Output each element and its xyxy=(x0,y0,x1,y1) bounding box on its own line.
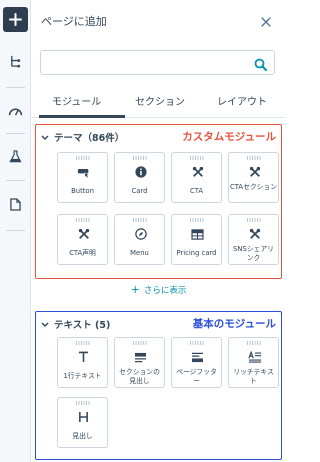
module-card-cta-section[interactable]: CTAセクション xyxy=(228,152,279,203)
text-section-toggle[interactable]: テキスト (5) xyxy=(41,317,110,331)
module-card-label: 1行テキスト xyxy=(63,372,102,380)
active-tab-indicator xyxy=(39,115,125,118)
module-card-sns-share-link[interactable]: SNSシェアリンク xyxy=(228,214,279,265)
drag-handle-icon xyxy=(246,156,261,160)
drag-handle-icon xyxy=(132,341,147,345)
module-card-label: CTA xyxy=(189,187,204,195)
module-card-label: Pricing card xyxy=(176,249,217,257)
section-heading-icon xyxy=(132,349,149,365)
left-rail xyxy=(0,0,31,462)
drag-handle-icon xyxy=(246,218,261,222)
module-card-label: SNSシェアリンク xyxy=(233,245,274,262)
drag-handle-icon xyxy=(189,218,204,222)
tools-icon xyxy=(75,226,92,242)
panel-title: ページに追加 xyxy=(41,15,107,28)
drag-handle-icon xyxy=(75,156,90,160)
text-t-icon xyxy=(75,349,92,365)
add-to-page-panel: ページに追加 モジュール セクション レイアウト テーマ（86件） カスタムモジ… xyxy=(31,0,286,462)
heading-h-icon xyxy=(75,409,92,425)
drag-handle-icon xyxy=(75,401,90,405)
module-card-cta-statement[interactable]: CTA声明 xyxy=(57,214,108,265)
flask-icon[interactable] xyxy=(7,148,24,165)
search-icon[interactable] xyxy=(254,56,267,71)
search-field[interactable] xyxy=(40,50,275,75)
gauge-icon[interactable] xyxy=(7,103,24,120)
add-icon[interactable] xyxy=(3,7,28,32)
chevron-down-icon xyxy=(41,322,49,327)
drag-handle-icon xyxy=(75,218,90,222)
module-card-label: リッチテキスト xyxy=(233,368,274,385)
custom-modules-annotation: カスタムモジュール xyxy=(182,131,276,143)
module-card-rich-text[interactable]: リッチテキスト xyxy=(228,337,279,388)
module-card-label: Menu xyxy=(130,249,149,257)
basic-modules-annotation: 基本のモジュール xyxy=(192,318,276,330)
plus-icon: + xyxy=(130,283,140,296)
module-card-label: セクションの見出し xyxy=(119,368,160,385)
module-card-label: ページフッター xyxy=(176,368,217,385)
module-card-label: Card xyxy=(131,187,148,195)
button-icon xyxy=(75,164,92,180)
module-card-label: Button xyxy=(71,187,94,195)
drag-handle-icon xyxy=(189,156,204,160)
module-card-label: 見出し xyxy=(72,432,93,440)
drag-handle-icon xyxy=(75,341,90,345)
tab-sections[interactable]: セクション xyxy=(135,93,185,108)
theme-section-toggle[interactable]: テーマ（86件） xyxy=(41,130,124,144)
drag-handle-icon xyxy=(189,341,204,345)
tools-icon xyxy=(246,226,263,242)
show-more-link[interactable]: + さらに表示 xyxy=(31,283,286,296)
module-card-label: CTAセクション xyxy=(230,183,278,191)
module-card-pricing-card[interactable]: Pricing card xyxy=(171,214,222,265)
module-card-card[interactable]: Card xyxy=(114,152,165,203)
module-card-button[interactable]: Button xyxy=(57,152,108,203)
table-icon xyxy=(189,226,206,242)
search-input[interactable] xyxy=(41,52,241,75)
module-card-cta[interactable]: CTA xyxy=(171,152,222,203)
tab-modules[interactable]: モジュール xyxy=(52,93,101,108)
info-icon xyxy=(132,164,149,180)
drag-handle-icon xyxy=(132,218,147,222)
module-card-single-line-text[interactable]: 1行テキスト xyxy=(57,337,108,388)
text-section-title: テキスト (5) xyxy=(54,320,111,331)
chevron-down-icon xyxy=(41,135,49,140)
footer-icon xyxy=(189,349,206,365)
tools-icon xyxy=(189,164,206,180)
tab-layouts[interactable]: レイアウト xyxy=(217,93,267,108)
module-card-section-heading[interactable]: セクションの見出し xyxy=(114,337,165,388)
module-card-heading[interactable]: 見出し xyxy=(57,397,108,448)
text-modules-section: テキスト (5) 基本のモジュール 1行テキスト セクションの見出し ページフッ… xyxy=(35,311,282,460)
theme-modules-section: テーマ（86件） カスタムモジュール Button Card CTA CTAセク… xyxy=(35,124,282,279)
document-icon[interactable] xyxy=(7,196,24,213)
drag-handle-icon xyxy=(132,156,147,160)
close-icon[interactable] xyxy=(260,13,272,27)
tools-icon xyxy=(246,164,263,180)
compass-icon xyxy=(132,226,149,242)
rich-text-icon xyxy=(246,349,263,365)
show-more-label: さらに表示 xyxy=(143,286,187,296)
tree-icon[interactable] xyxy=(7,53,24,70)
drag-handle-icon xyxy=(246,341,261,345)
module-card-label: CTA声明 xyxy=(69,249,96,257)
module-card-page-footer[interactable]: ページフッター xyxy=(171,337,222,388)
theme-section-title: テーマ（86件） xyxy=(54,133,125,144)
panel-tabs: モジュール セクション レイアウト xyxy=(31,88,286,118)
module-card-menu[interactable]: Menu xyxy=(114,214,165,265)
